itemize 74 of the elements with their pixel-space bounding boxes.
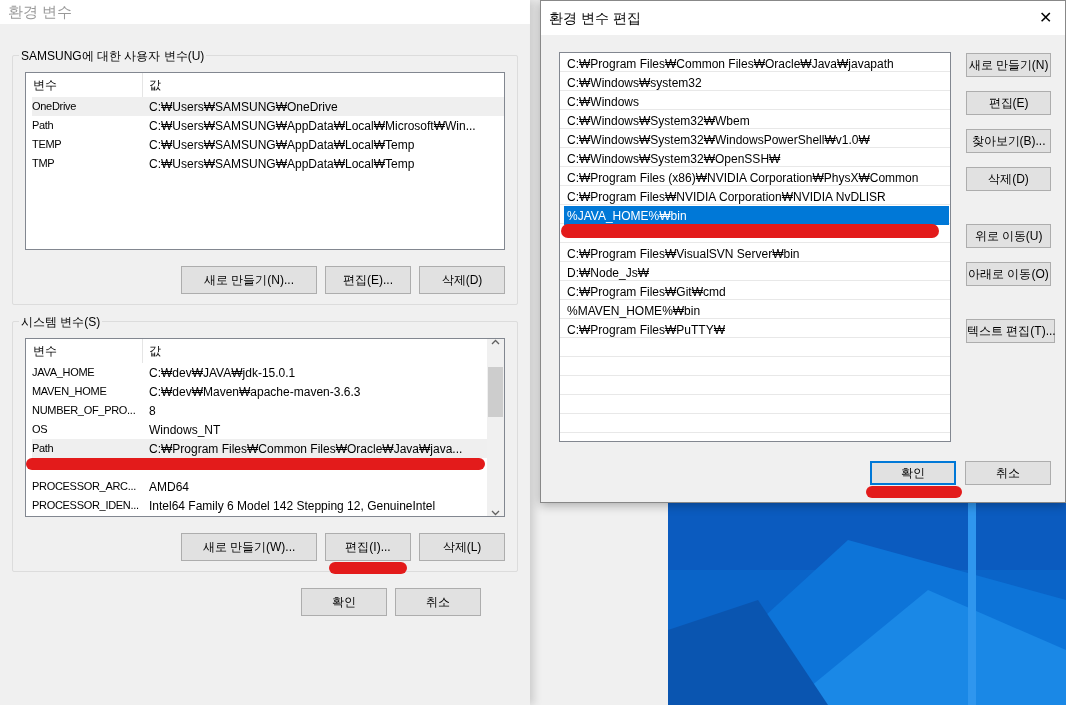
button[interactable]: 삭제(D): [966, 167, 1051, 191]
variable-name: NUMBER_OF_PRO...: [32, 403, 136, 419]
variable-value: Windows_NT: [148, 421, 222, 439]
list-row[interactable]: MAVEN_HOME C:₩dev₩Maven₩apache-maven-3.6.3: [32, 382, 487, 401]
variable-name: JAVA_HOME: [32, 365, 95, 381]
scroll-up-icon[interactable]: [491, 339, 500, 345]
path-entry[interactable]: C:₩Windows: [564, 92, 949, 111]
button[interactable]: 편집(E)...: [325, 266, 411, 294]
button[interactable]: 취소: [395, 588, 481, 616]
path-entry[interactable]: %MAVEN_HOME%₩bin: [564, 301, 949, 320]
path-entry[interactable]: C:₩Program Files₩VisualSVN Server₩bin: [564, 244, 949, 263]
list-row[interactable]: Path C:₩Users₩SAMSUNG₩AppData₩Local₩Microsoft₩Win...: [32, 116, 504, 135]
button[interactable]: 삭제(L): [419, 533, 505, 561]
list-row[interactable]: PROCESSOR_ARC... AMD64: [32, 477, 487, 496]
variable-value: 8: [148, 402, 157, 420]
button[interactable]: 새로 만들기(N): [966, 53, 1051, 77]
column-header[interactable]: 값: [143, 339, 487, 363]
window-title: 환경 변수 편집: [549, 8, 641, 28]
button[interactable]: 위로 이동(U): [966, 224, 1051, 248]
path-entry[interactable]: C:₩Program Files₩NVIDIA Corporation₩NVIDIA NvDLISR: [564, 187, 949, 206]
path-entry[interactable]: D:₩Node_Js₩: [564, 263, 949, 282]
variable-value: C:₩Program Files₩Common Files₩Oracle₩Java₩java...: [148, 440, 464, 458]
scrollbar[interactable]: [487, 339, 504, 516]
button[interactable]: 삭제(D): [419, 266, 505, 294]
path-entry[interactable]: C:₩Windows₩system32: [564, 73, 949, 92]
variable-value: C:₩Users₩SAMSUNG₩OneDrive: [148, 98, 339, 116]
close-button[interactable]: ✕: [1033, 6, 1057, 30]
path-entry[interactable]: C:₩Windows₩System32₩OpenSSH₩: [564, 149, 949, 168]
variable-value: C:₩dev₩Maven₩apache-maven-3.6.3: [148, 383, 362, 401]
variable-name: OneDrive: [32, 99, 77, 115]
variable-name: Path: [32, 118, 54, 134]
path-entry[interactable]: C:₩Program Files (x86)₩NVIDIA Corporation₩PhysX₩Common: [564, 168, 949, 187]
path-entry[interactable]: %JAVA_HOME%₩bin: [564, 206, 949, 225]
button[interactable]: 찾아보기(B)...: [966, 129, 1051, 153]
variable-name: PROCESSOR_ARC...: [32, 479, 136, 495]
path-entry[interactable]: C:₩Program Files₩Git₩cmd: [564, 282, 949, 301]
variable-name: PROCESSOR_IDEN...: [32, 498, 139, 514]
button[interactable]: 취소: [965, 461, 1051, 485]
variable-name: TMP: [32, 156, 55, 172]
variable-value: C:₩Users₩SAMSUNG₩AppData₩Local₩Temp: [148, 136, 416, 154]
column-header[interactable]: 값: [143, 73, 504, 97]
variable-value: C:₩dev₩JAVA₩jdk-15.0.1: [148, 364, 297, 382]
button[interactable]: 텍스트 편집(T)...: [966, 319, 1055, 343]
button[interactable]: 새로 만들기(N)...: [181, 266, 317, 294]
button[interactable]: 확인: [870, 461, 956, 485]
column-header[interactable]: 변수: [26, 339, 143, 363]
variable-value: AMD64: [148, 478, 190, 496]
button[interactable]: 편집(I)...: [325, 533, 411, 561]
button[interactable]: 편집(E): [966, 91, 1051, 115]
scroll-thumb[interactable]: [488, 367, 503, 417]
button[interactable]: 확인: [301, 588, 387, 616]
button[interactable]: 새로 만들기(W)...: [181, 533, 317, 561]
button[interactable]: 아래로 이동(O): [966, 262, 1051, 286]
list-row[interactable]: PROCESSOR_IDEN... Intel64 Family 6 Model 142 Stepping 12, GenuineIntel: [32, 496, 487, 515]
list-row[interactable]: JAVA_HOME C:₩dev₩JAVA₩jdk-15.0.1: [32, 363, 487, 382]
variable-name: OS: [32, 422, 48, 438]
list-row[interactable]: OS Windows_NT: [32, 420, 487, 439]
path-entry[interactable]: C:₩Windows₩System32₩WindowsPowerShell₩v1.0₩: [564, 130, 949, 149]
variable-value: Intel64 Family 6 Model 142 Stepping 12, GenuineIntel: [148, 497, 437, 515]
variable-name: MAVEN_HOME: [32, 384, 107, 400]
variable-value: C:₩Users₩SAMSUNG₩AppData₩Local₩Temp: [148, 155, 416, 173]
path-entry[interactable]: C:₩Windows₩System32₩Wbem: [564, 111, 949, 130]
list-row[interactable]: NUMBER_OF_PRO... 8: [32, 401, 487, 420]
path-entry[interactable]: C:₩Program Files₩PuTTY₩: [564, 320, 949, 339]
list-row[interactable]: OneDrive C:₩Users₩SAMSUNG₩OneDrive: [32, 97, 504, 116]
variable-value: C:₩Users₩SAMSUNG₩AppData₩Local₩Microsoft₩Win...: [148, 117, 477, 135]
variable-name: Path: [32, 441, 54, 457]
path-entry[interactable]: C:₩Program Files₩Common Files₩Oracle₩Java₩javapath: [564, 54, 949, 73]
variable-name: TEMP: [32, 137, 62, 153]
list-row[interactable]: TEMP C:₩Users₩SAMSUNG₩AppData₩Local₩Temp: [32, 135, 504, 154]
list-row[interactable]: Path C:₩Program Files₩Common Files₩Oracle₩Java₩java...: [32, 439, 487, 458]
list-row[interactable]: TMP C:₩Users₩SAMSUNG₩AppData₩Local₩Temp: [32, 154, 504, 173]
window-title: 환경 변수: [8, 1, 73, 22]
scroll-down-icon[interactable]: [491, 510, 500, 516]
